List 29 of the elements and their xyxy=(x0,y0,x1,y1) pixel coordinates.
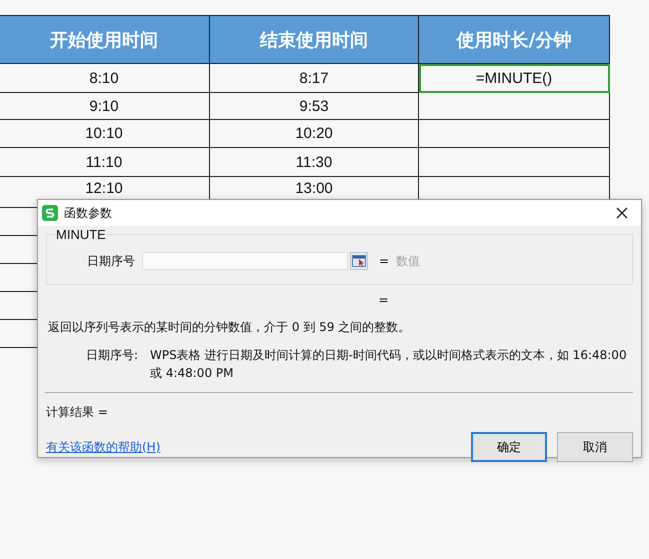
calculation-result: 计算结果 = xyxy=(46,404,109,421)
column-header: 开始使用时间 xyxy=(0,16,210,64)
cancel-button[interactable]: 取消 xyxy=(557,432,633,462)
table-cell: 10:10 xyxy=(0,120,210,148)
dialog-title: 函数参数 xyxy=(64,204,112,222)
table-cell: 8:17 xyxy=(210,64,418,92)
argument-help-text: WPS表格 进行日期及时间计算的日期-时间代码，或以时间格式表示的文本，如 16:48:00 或 4:48:00 PM xyxy=(150,347,628,382)
help-link[interactable]: 有关该函数的帮助(H) xyxy=(46,438,160,456)
table-cell: 9:53 xyxy=(210,92,418,120)
table-cell: 11:10 xyxy=(0,148,210,176)
app-logo-icon xyxy=(42,205,58,221)
argument-field[interactable] xyxy=(142,252,348,270)
table-cell: 10:20 xyxy=(210,120,418,148)
argument-label: 日期序号 xyxy=(87,252,136,270)
table-cell: 9:10 xyxy=(0,92,210,120)
selected-cell[interactable]: =MINUTE() xyxy=(418,64,610,92)
argument-help-label: 日期序号: xyxy=(86,347,140,364)
result-hint: 数值 xyxy=(396,252,420,270)
formula-result: = xyxy=(377,293,390,309)
table-cell: 8:10 xyxy=(0,64,210,92)
ok-button[interactable]: 确定 xyxy=(471,432,547,462)
function-name: MINUTE xyxy=(56,227,106,242)
table-cell: 11:30 xyxy=(210,148,418,176)
range-picker-button[interactable] xyxy=(350,252,368,270)
function-description: 返回以序列号表示的某时间的分钟数值，介于 0 到 59 之间的整数。 xyxy=(48,319,412,336)
close-icon[interactable] xyxy=(616,207,628,219)
equals-sign: = xyxy=(379,254,390,268)
column-header: 使用时长/分钟 xyxy=(418,16,610,64)
column-header: 结束使用时间 xyxy=(210,16,418,64)
